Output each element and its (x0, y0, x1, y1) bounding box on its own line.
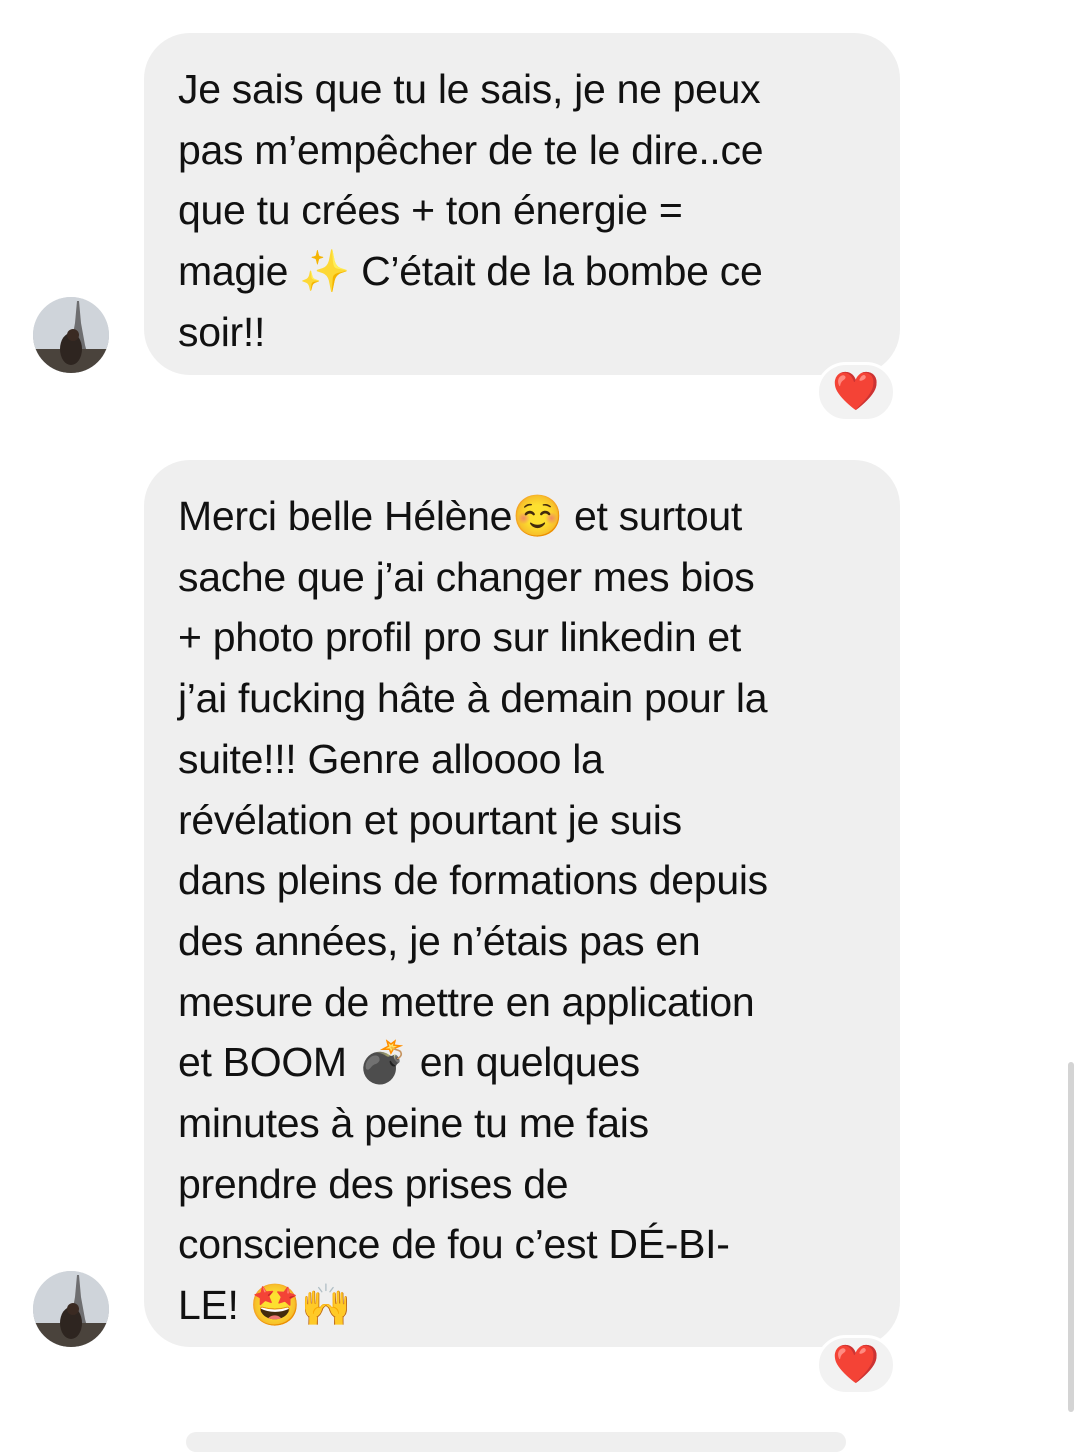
heart-icon: ❤️ (832, 371, 880, 413)
message-bubble[interactable]: Je sais que tu le sais, je ne peux pas m… (144, 33, 900, 375)
scrollbar[interactable] (1068, 1062, 1074, 1412)
next-message-bubble (186, 1432, 846, 1452)
message-thread: Je sais que tu le sais, je ne peux pas m… (0, 0, 1083, 1452)
sender-avatar[interactable] (33, 1271, 109, 1347)
message-bubble[interactable]: Merci belle Hélène☺️ et surtout sache qu… (144, 460, 900, 1347)
sender-avatar[interactable] (33, 297, 109, 373)
message-text: Je sais que tu le sais, je ne peux pas m… (178, 66, 764, 355)
reaction-badge[interactable]: ❤️ (816, 362, 896, 422)
eiffel-tower-photo-icon (33, 1271, 109, 1347)
message-text: Merci belle Hélène☺️ et surtout sache qu… (178, 493, 768, 1329)
heart-icon: ❤️ (832, 1344, 880, 1386)
reaction-badge[interactable]: ❤️ (816, 1335, 896, 1395)
eiffel-tower-photo-icon (33, 297, 109, 373)
